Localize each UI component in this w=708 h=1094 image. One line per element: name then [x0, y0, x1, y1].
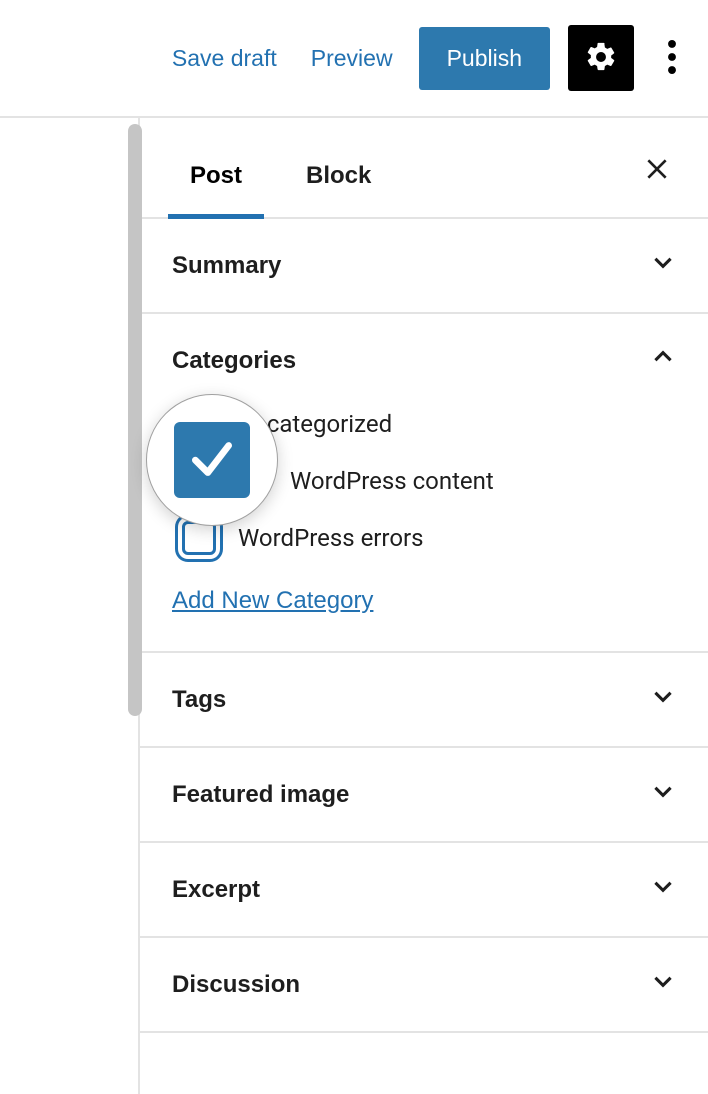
chevron-down-icon	[650, 683, 676, 716]
panel-featured-image: Featured image	[140, 748, 708, 843]
scrollbar-thumb[interactable]	[128, 124, 142, 716]
panel-excerpt-toggle[interactable]: Excerpt	[140, 843, 708, 936]
sidebar-tabs: Post Block	[140, 118, 708, 219]
checkbox-callout	[146, 394, 278, 526]
gear-icon	[584, 40, 618, 77]
category-checkbox[interactable]	[182, 521, 216, 555]
check-icon	[187, 433, 237, 487]
chevron-down-icon	[650, 778, 676, 811]
settings-sidebar: Post Block Summary	[140, 118, 708, 1094]
editor-toolbar: Save draft Preview Publish	[0, 0, 708, 118]
add-category-link[interactable]: Add New Category	[172, 587, 373, 615]
panel-tags: Tags	[140, 653, 708, 748]
close-sidebar-button[interactable]	[634, 148, 680, 194]
settings-button[interactable]	[568, 25, 634, 91]
category-label: WordPress errors	[238, 524, 424, 552]
close-icon	[644, 156, 670, 185]
panel-tags-toggle[interactable]: Tags	[140, 653, 708, 746]
panel-summary-toggle[interactable]: Summary	[140, 219, 708, 312]
panel-title: Excerpt	[172, 876, 260, 904]
category-label: WordPress content	[290, 467, 494, 495]
kebab-icon	[668, 40, 676, 77]
panel-featured-image-toggle[interactable]: Featured image	[140, 748, 708, 841]
editor-body: Post Block Summary	[0, 118, 708, 1094]
panel-title: Tags	[172, 686, 226, 714]
editor-canvas-gutter	[0, 118, 140, 1094]
panel-title: Summary	[172, 252, 281, 280]
chevron-down-icon	[650, 968, 676, 1001]
panel-discussion: Discussion	[140, 938, 708, 1033]
checkbox-callout-checked	[174, 422, 250, 498]
panel-excerpt: Excerpt	[140, 843, 708, 938]
tab-post[interactable]: Post	[168, 148, 264, 219]
preview-button[interactable]: Preview	[303, 33, 401, 84]
panel-discussion-toggle[interactable]: Discussion	[140, 938, 708, 1031]
editor-root: Save draft Preview Publish Post Block	[0, 0, 708, 1094]
panel-title: Categories	[172, 347, 296, 375]
publish-button[interactable]: Publish	[419, 27, 550, 90]
options-button[interactable]	[652, 25, 692, 91]
category-item: WordPress errors	[182, 521, 676, 555]
chevron-down-icon	[650, 249, 676, 282]
save-draft-button[interactable]: Save draft	[164, 33, 285, 84]
panel-categories-toggle[interactable]: Categories	[140, 314, 708, 407]
chevron-down-icon	[650, 873, 676, 906]
tab-block[interactable]: Block	[284, 148, 393, 219]
chevron-up-icon	[650, 344, 676, 377]
panel-summary: Summary	[140, 219, 708, 314]
panel-title: Featured image	[172, 781, 349, 809]
panel-title: Discussion	[172, 971, 300, 999]
